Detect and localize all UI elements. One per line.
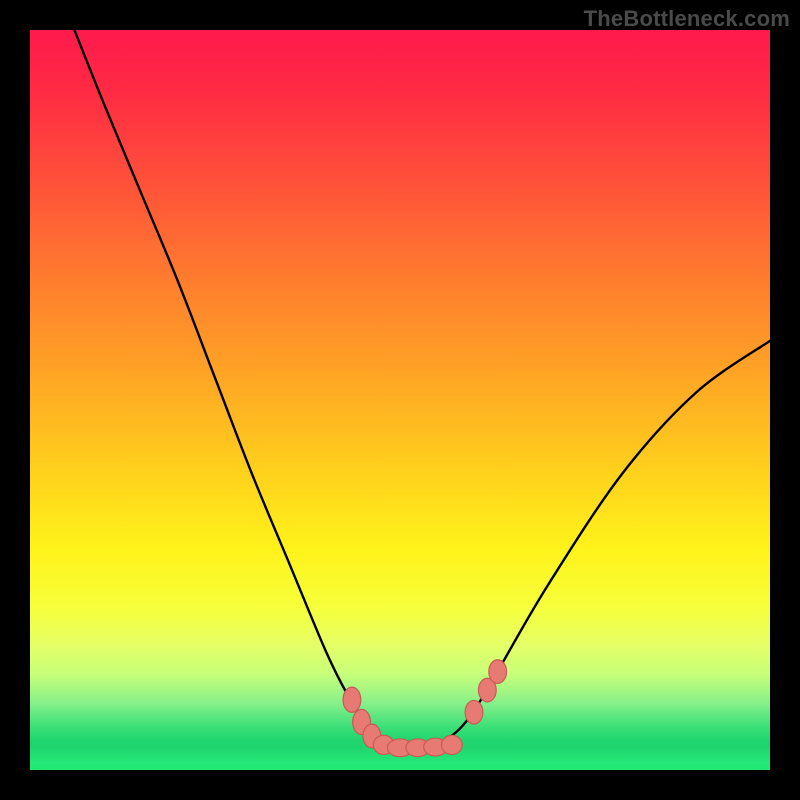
data-marker [465,700,483,724]
data-marker [489,660,507,684]
chart-frame: TheBottleneck.com [0,0,800,800]
plot-area [30,30,770,770]
data-marker [343,687,361,712]
watermark-text: TheBottleneck.com [584,6,790,32]
bottleneck-curve [30,30,770,770]
data-marker [441,735,462,754]
